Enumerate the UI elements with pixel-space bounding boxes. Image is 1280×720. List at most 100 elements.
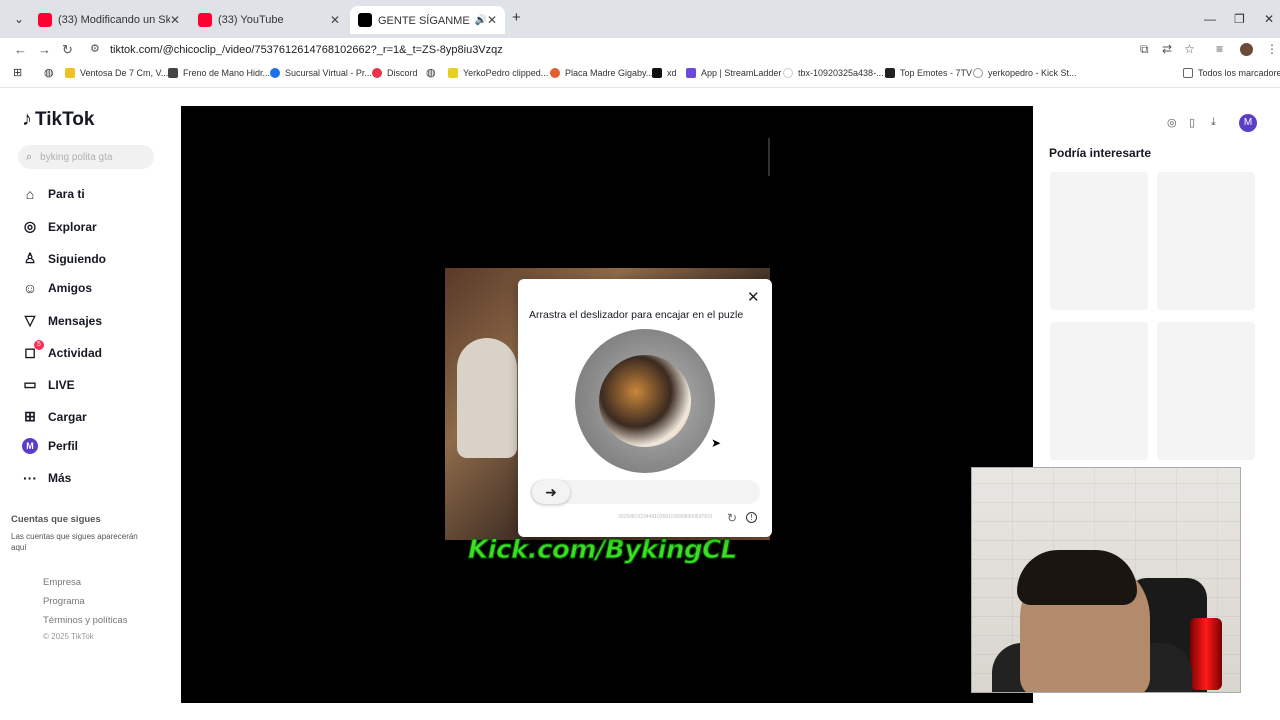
bookmark-label: App | StreamLadder [701,68,782,78]
tab-title: GENTE SÍGANME PORFA🙏 [378,14,471,27]
info-icon[interactable]: ! [746,512,757,523]
browser-tab-active[interactable]: GENTE SÍGANME PORFA🙏 🔊 ✕ [350,6,505,34]
recommend-title: Podría interesarte [1049,146,1152,160]
bookmark-favicon-icon [448,68,458,78]
youtube-favicon-icon [198,13,212,27]
bookmark-label: Freno de Mano Hidr... [183,68,271,78]
more-icon: ··· [23,470,37,486]
puzzle-image [575,329,715,473]
compass-icon[interactable]: ◎ [1167,116,1177,129]
upload-icon: ⊞ [24,408,36,424]
tiktok-note-icon: ♪ [22,108,32,130]
recommend-card[interactable] [1050,172,1148,310]
puzzle-piece [599,355,691,447]
translate-icon[interactable]: ⇄ [1162,42,1172,56]
bookmark-item[interactable]: yerkopedro - Kick St... [973,68,1077,78]
install-app-icon[interactable]: ⧉ [1140,42,1149,57]
globe-icon[interactable]: ◍ [44,66,54,79]
bookmark-label: Ventosa De 7 Cm, V... [80,68,169,78]
following-icon: ♙ [23,250,37,266]
apps-grid-icon[interactable]: ⊞ [13,66,22,79]
close-window-icon[interactable]: ✕ [1264,12,1274,26]
bookmark-label: YerkoPedro clipped... [463,68,549,78]
nav-item-cargar[interactable]: ⊞ Cargar [22,408,87,425]
home-icon: ⌂ [25,186,35,202]
bookmark-label: Sucursal Virtual - Pr... [285,68,372,78]
compass-icon: ◎ [23,218,37,234]
new-tab-icon[interactable]: + [512,9,521,26]
slider-handle-arrow-icon[interactable]: ➜ [532,480,570,504]
refresh-icon[interactable]: ↻ [727,511,737,525]
browser-tab-2[interactable]: (33) YouTube ✕ [190,6,348,34]
close-tab-icon[interactable]: ✕ [170,13,180,27]
url-field[interactable]: tiktok.com/@chicoclip_/video/75376126147… [110,44,503,56]
red-light [1190,618,1222,690]
globe-icon[interactable]: ◍ [426,66,436,79]
all-bookmarks-folder[interactable]: Todos los marcadores [1183,68,1280,78]
friends-icon: ☺ [22,280,38,296]
bookmark-item[interactable]: App | StreamLadder [686,68,781,78]
nav-label: Explorar [48,219,97,234]
bookmark-item[interactable]: Ventosa De 7 Cm, V... [65,68,168,78]
streamladder-favicon-icon [686,68,696,78]
bookmark-label: Discord [387,68,418,78]
bookmark-item[interactable]: tbx-10920325a438-... [783,68,884,78]
nav-item-amigos[interactable]: ☺ Amigos [22,280,92,296]
search-input[interactable]: ⌕ byking polita gta [18,145,154,169]
nav-label: Cargar [48,409,87,424]
nav-item-explorar[interactable]: ◎ Explorar [22,218,97,235]
following-heading: Cuentas que sigues [11,514,101,525]
bookmark-favicon-icon [550,68,560,78]
nav-item-live[interactable]: ▭ LIVE [22,376,74,393]
recommend-card[interactable] [1157,322,1255,460]
bookmark-favicon-icon [270,68,280,78]
tiktok-logo[interactable]: ♪ TikTok [22,108,94,131]
bookmark-item[interactable]: Top Emotes - 7TV [885,68,972,78]
video-person [457,338,517,458]
device-icon[interactable]: ▯ [1189,116,1195,129]
restore-icon[interactable]: ❐ [1234,12,1245,26]
nav-item-siguiendo[interactable]: ♙ Siguiendo [22,250,106,267]
minimize-icon[interactable]: — [1204,12,1216,26]
nav-label: Perfil [48,439,79,453]
7tv-favicon-icon [885,68,895,78]
recommend-card[interactable] [1050,322,1148,460]
bookmark-item[interactable]: YerkoPedro clipped... [448,68,548,78]
footer-link-empresa[interactable]: Empresa [43,577,81,588]
bookmark-item[interactable]: Freno de Mano Hidr... [168,68,270,78]
tab-search-chevron-icon[interactable]: ⌄ [14,12,24,26]
close-tab-icon[interactable]: ✕ [487,13,497,27]
back-icon[interactable]: ← [14,42,27,57]
media-control-icon[interactable]: ≡ [1216,42,1223,56]
live-icon: ▭ [23,376,37,392]
logo-text: TikTok [35,108,95,130]
footer-link-terminos[interactable]: Términos y políticas [43,615,127,626]
bookmark-item[interactable]: xd [652,68,677,78]
close-tab-icon[interactable]: ✕ [330,13,340,27]
download-icon[interactable]: ⤓ [1211,116,1216,129]
bookmark-item[interactable]: Placa Madre Gigaby... [550,68,653,78]
audio-playing-icon[interactable]: 🔊 [474,15,486,26]
nav-item-mas[interactable]: ··· Más [22,470,71,486]
nav-item-mensajes[interactable]: ▽ Mensajes [22,312,102,329]
recommend-card[interactable] [1157,172,1255,310]
nav-item-perfil[interactable]: M Perfil [22,438,78,454]
reload-icon[interactable]: ↻ [62,42,73,58]
profile-avatar-icon[interactable] [1240,43,1253,56]
forward-icon[interactable]: → [38,42,51,57]
nav-item-para-ti[interactable]: ⌂ Para ti [22,186,85,202]
footer-link-programa[interactable]: Programa [43,596,85,607]
bookmark-star-icon[interactable]: ☆ [1184,42,1195,56]
account-avatar[interactable]: M [1239,114,1257,132]
close-icon[interactable]: ✕ [747,288,760,306]
kick-favicon-icon [652,68,662,78]
site-info-icon[interactable]: ⚙ [90,42,100,55]
browser-tab-1[interactable]: (33) Modificando un Skyline en ✕ [30,6,188,34]
tab-title: (33) Modificando un Skyline en [58,14,170,26]
bookmark-label: yerkopedro - Kick St... [988,68,1077,78]
bookmark-item[interactable]: Discord [372,68,418,78]
bookmark-item[interactable]: Sucursal Virtual - Pr... [270,68,372,78]
following-text: Las cuentas que sigues aparecerán aquí [11,532,138,552]
menu-kebab-icon[interactable]: ⋮ [1266,42,1278,56]
messages-icon: ▽ [24,312,36,328]
